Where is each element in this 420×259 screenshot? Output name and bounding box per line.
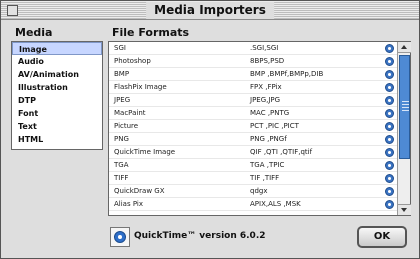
format-row[interactable]: SGI .SGI,SGI — [109, 42, 398, 55]
media-importers-window: Media Importers Media File Formats Image… — [0, 0, 420, 259]
format-name: QuickDraw GX — [114, 187, 165, 195]
format-row[interactable]: Picture PCT ,PIC ,PICT — [109, 120, 398, 133]
format-extensions: APIX,ALS ,MSK — [250, 200, 301, 208]
quicktime-icon — [385, 44, 394, 53]
quicktime-icon — [385, 122, 394, 131]
scroll-thumb[interactable] — [399, 55, 410, 159]
format-extensions: .SGI,SGI — [250, 44, 279, 52]
thumb-grip-icon — [402, 101, 409, 111]
format-row[interactable]: Alias Pix APIX,ALS ,MSK — [109, 198, 398, 211]
file-formats-list[interactable]: SGI .SGI,SGI Photoshop 8BPS,PSD BMP BMP ,BM… — [108, 41, 411, 216]
format-name: JPEG — [114, 96, 131, 104]
down-arrow-icon — [401, 208, 407, 212]
format-row[interactable]: TGA TGA ,TPIC — [109, 159, 398, 172]
ok-button[interactable]: OK — [357, 226, 407, 248]
format-row[interactable]: QuickTime Image QIF ,QTI ,QTIF,qtif — [109, 146, 398, 159]
media-list[interactable]: Image Audio AV/Animation Illustration DT… — [11, 41, 103, 150]
format-row[interactable]: QuickDraw GX qdgx — [109, 185, 398, 198]
quicktime-icon — [385, 187, 394, 196]
format-extensions: TGA ,TPIC — [250, 161, 285, 169]
format-name: TIFF — [114, 174, 129, 182]
title-bar[interactable]: Media Importers — [1, 1, 419, 20]
media-item-audio[interactable]: Audio — [12, 55, 102, 68]
format-row[interactable]: Photoshop 8BPS,PSD — [109, 55, 398, 68]
quicktime-icon — [385, 83, 394, 92]
quicktime-icon — [385, 200, 394, 209]
format-extensions: JPEG,JPG — [250, 96, 281, 104]
media-item-html[interactable]: HTML — [12, 133, 102, 146]
format-name: BMP — [114, 70, 130, 78]
format-name: Picture — [114, 122, 139, 130]
format-name: MacPaint — [114, 109, 146, 117]
format-row[interactable]: PNG PNG ,PNGf — [109, 133, 398, 146]
quicktime-icon — [385, 109, 394, 118]
format-extensions: MAC ,PNTG — [250, 109, 290, 117]
vertical-scrollbar[interactable] — [397, 42, 411, 215]
format-extensions: 8BPS,PSD — [250, 57, 285, 65]
media-heading: Media — [15, 26, 53, 39]
up-arrow-icon — [401, 45, 407, 49]
media-item-av-animation[interactable]: AV/Animation — [12, 68, 102, 81]
quicktime-version-label: QuickTime™ version 6.0.2 — [134, 231, 266, 241]
format-name: SGI — [114, 44, 126, 52]
format-row[interactable]: FlashPix Image FPX ,FPix — [109, 81, 398, 94]
quicktime-logo-mark — [114, 231, 126, 243]
quicktime-icon — [385, 135, 394, 144]
format-name: Photoshop — [114, 57, 151, 65]
format-extensions: PNG ,PNGf — [250, 135, 287, 143]
quicktime-icon — [385, 148, 394, 157]
format-extensions: QIF ,QTI ,QTIF,qtif — [250, 148, 313, 156]
scroll-down-button[interactable] — [398, 204, 411, 215]
format-extensions: TIF ,TIFF — [250, 174, 280, 182]
file-formats-heading: File Formats — [112, 26, 190, 39]
format-name: FlashPix Image — [114, 83, 167, 91]
scroll-up-button[interactable] — [398, 42, 411, 53]
quicktime-icon — [385, 57, 394, 66]
format-name: PNG — [114, 135, 129, 143]
format-row[interactable]: JPEG JPEG,JPG — [109, 94, 398, 107]
quicktime-icon — [385, 161, 394, 170]
close-box[interactable] — [7, 5, 18, 16]
quicktime-icon — [385, 174, 394, 183]
quicktime-icon — [385, 96, 394, 105]
format-row[interactable]: TIFF TIF ,TIFF — [109, 172, 398, 185]
media-item-font[interactable]: Font — [12, 107, 102, 120]
media-item-dtp[interactable]: DTP — [12, 94, 102, 107]
quicktime-logo-icon — [110, 227, 130, 247]
format-name: QuickTime Image — [114, 148, 176, 156]
format-name: Alias Pix — [114, 200, 143, 208]
format-row[interactable]: MacPaint MAC ,PNTG — [109, 107, 398, 120]
window-title: Media Importers — [146, 2, 274, 19]
format-extensions: FPX ,FPix — [250, 83, 282, 91]
format-extensions: BMP ,BMPf,BMPp,DIB — [250, 70, 324, 78]
format-name: TGA — [114, 161, 129, 169]
media-item-image[interactable]: Image — [12, 42, 102, 55]
format-extensions: PCT ,PIC ,PICT — [250, 122, 299, 130]
format-extensions: qdgx — [250, 187, 268, 195]
media-item-illustration[interactable]: Illustration — [12, 81, 102, 94]
format-row[interactable]: BMP BMP ,BMPf,BMPp,DIB — [109, 68, 398, 81]
quicktime-icon — [385, 70, 394, 79]
file-formats-table: SGI .SGI,SGI Photoshop 8BPS,PSD BMP BMP ,BM… — [109, 42, 398, 215]
media-item-text[interactable]: Text — [12, 120, 102, 133]
